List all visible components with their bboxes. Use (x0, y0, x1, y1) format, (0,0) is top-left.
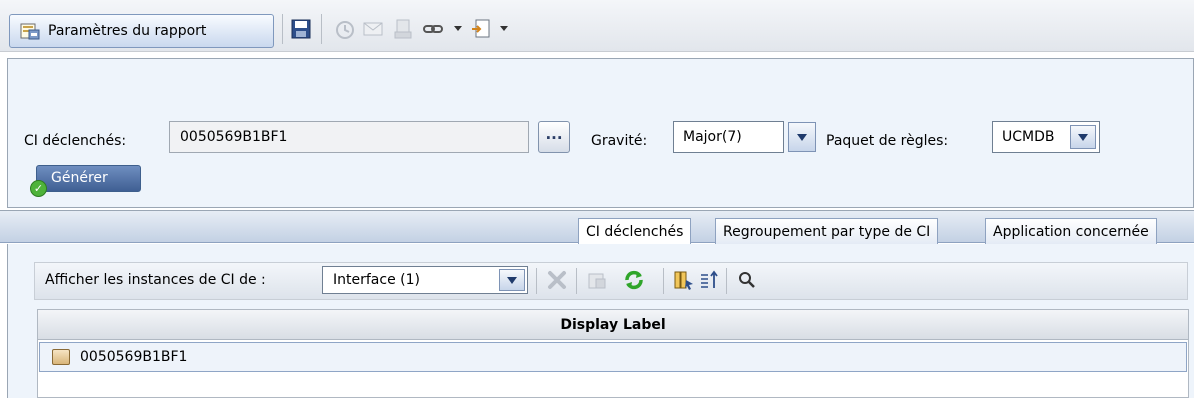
report-settings-label: Paramètres du rapport (48, 23, 207, 39)
toolbar-separator (536, 268, 537, 294)
delete-icon[interactable] (545, 268, 569, 292)
report-settings-button[interactable]: Paramètres du rapport (9, 14, 274, 48)
tab-group-by-ci-type[interactable]: Regroupement par type de CI (715, 218, 939, 244)
chevron-down-icon (797, 133, 807, 141)
save-icon[interactable] (290, 18, 312, 40)
schedule-icon[interactable] (333, 18, 355, 40)
search-icon[interactable] (735, 268, 759, 292)
rule-package-dropdown-button[interactable] (1070, 125, 1096, 149)
instances-label: Afficher les instances de CI de : (45, 272, 266, 288)
toolbar-separator (321, 14, 322, 44)
export-icon[interactable] (392, 18, 414, 40)
properties-icon[interactable] (585, 268, 609, 292)
report-settings-icon (20, 22, 40, 40)
select-columns-icon[interactable] (672, 268, 696, 292)
tab-triggered-cis[interactable]: CI déclenchés (578, 218, 692, 245)
top-toolbar: Paramètres du rapport (0, 0, 1194, 52)
tab-affected-application[interactable]: Application concernée (985, 218, 1157, 244)
severity-label: Gravité: (591, 133, 648, 149)
chevron-down-icon (507, 276, 517, 284)
ci-type-value: Interface (1) (333, 272, 420, 288)
triggered-ci-label: CI déclenchés: (24, 133, 127, 149)
rule-package-label: Paquet de règles: (826, 133, 949, 149)
email-icon[interactable] (362, 18, 384, 40)
generate-button[interactable]: Générer (36, 165, 141, 192)
sort-icon[interactable] (697, 268, 721, 292)
column-header-display-label[interactable]: Display Label (38, 310, 1188, 340)
severity-dropdown-button[interactable] (788, 122, 816, 152)
browse-ci-button[interactable]: ... (538, 121, 570, 153)
ci-type-dropdown-button[interactable] (499, 269, 525, 291)
ci-type-select[interactable]: Interface (1) (322, 266, 528, 294)
severity-value: Major(7) (683, 129, 742, 145)
toolbar-separator (663, 268, 664, 294)
refresh-icon[interactable] (622, 268, 646, 292)
interface-icon (52, 349, 70, 365)
rule-package-value: UCMDB (1002, 129, 1055, 145)
toolbar-separator (726, 268, 727, 294)
check-icon: ✓ (30, 180, 47, 197)
chevron-down-icon[interactable] (500, 26, 508, 31)
rule-package-select[interactable]: UCMDB (992, 121, 1100, 153)
row-display-label: 0050569B1BF1 (80, 349, 188, 365)
toolbar-separator (282, 14, 283, 44)
import-icon[interactable] (470, 18, 492, 40)
chevron-down-icon (1078, 133, 1088, 141)
chevron-down-icon[interactable] (454, 26, 462, 31)
triggered-ci-field[interactable]: 0050569B1BF1 (169, 121, 529, 153)
toolbar-separator (576, 268, 577, 294)
link-icon[interactable] (422, 18, 444, 40)
severity-select[interactable]: Major(7) (673, 121, 816, 153)
table-row[interactable]: 0050569B1BF1 (39, 342, 1187, 372)
